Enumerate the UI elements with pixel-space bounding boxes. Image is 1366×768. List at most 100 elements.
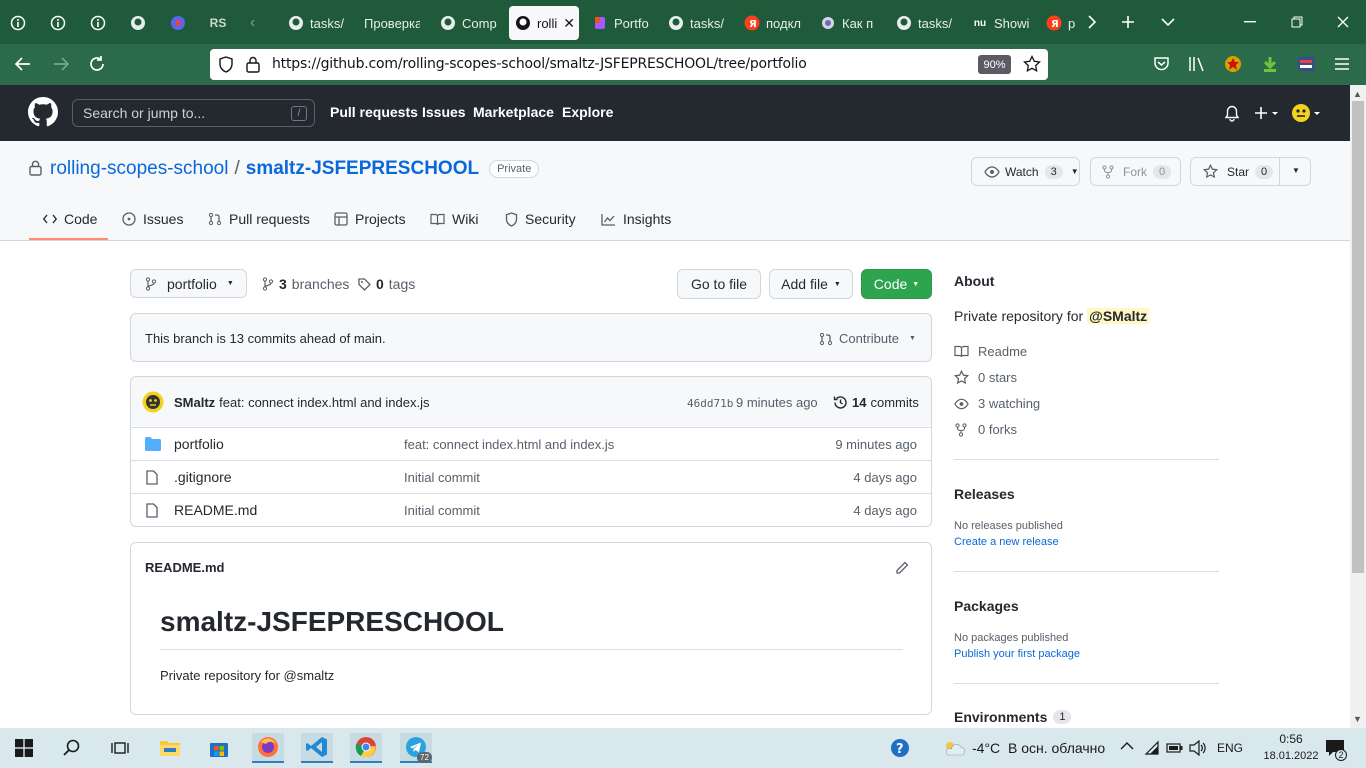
- browser-tab[interactable]: Как п: [820, 6, 880, 40]
- browser-tab[interactable]: RS: [210, 6, 232, 40]
- github-logo-icon[interactable]: [28, 97, 58, 127]
- search-input[interactable]: Search or jump to...: [72, 99, 315, 127]
- create-release-link[interactable]: Create a new release: [954, 536, 1059, 548]
- branches-link[interactable]: 3 branches: [262, 276, 349, 292]
- file-commit-message[interactable]: feat: connect index.html and index.js: [404, 437, 614, 452]
- browser-tab[interactable]: [90, 6, 112, 40]
- packages-title[interactable]: Packages: [954, 598, 1019, 614]
- file-row[interactable]: README.md Initial commit 4 days ago: [131, 493, 931, 526]
- clock-date[interactable]: 18.01.2022: [1254, 750, 1328, 762]
- watch-button[interactable]: Watch 3 ▼: [971, 157, 1080, 186]
- browser-tab[interactable]: Яподкл: [744, 6, 804, 40]
- repo-owner-link[interactable]: rolling-scopes-school: [50, 158, 228, 180]
- input-language[interactable]: ENG: [1217, 741, 1243, 755]
- tab-security[interactable]: Security: [505, 211, 576, 227]
- list-tabs-icon[interactable]: [1158, 12, 1178, 32]
- restore-icon[interactable]: [1287, 12, 1307, 32]
- commits-history-link[interactable]: 14 commits: [833, 395, 919, 410]
- star-button[interactable]: Star 0 ▼: [1190, 157, 1311, 186]
- firefox-taskbar-icon[interactable]: [252, 733, 284, 763]
- file-name[interactable]: README.md: [174, 502, 257, 518]
- chrome-taskbar-icon[interactable]: [350, 733, 382, 763]
- scroll-down-icon[interactable]: ▼: [1353, 714, 1362, 724]
- close-tab-icon[interactable]: ✕: [563, 15, 575, 32]
- scroll-tabs-right-icon[interactable]: [1082, 12, 1102, 32]
- file-commit-message[interactable]: Initial commit: [404, 503, 480, 518]
- browser-tab-active[interactable]: rolli ✕: [509, 6, 579, 40]
- tab-projects[interactable]: Projects: [334, 211, 406, 227]
- pocket-icon[interactable]: [1153, 56, 1170, 72]
- library-icon[interactable]: [1188, 56, 1206, 72]
- volume-icon[interactable]: [1189, 740, 1207, 756]
- star-list-chevron-icon[interactable]: ▼: [1292, 166, 1300, 175]
- lock-icon[interactable]: [246, 56, 260, 73]
- file-row[interactable]: .gitignore Initial commit 4 days ago: [131, 460, 931, 493]
- commit-message[interactable]: feat: connect index.html and index.js: [219, 395, 429, 410]
- back-icon[interactable]: [14, 55, 32, 73]
- task-view-icon[interactable]: [104, 733, 136, 763]
- nav-marketplace[interactable]: Marketplace: [473, 104, 554, 120]
- browser-tab[interactable]: tasks/: [668, 6, 728, 40]
- browser-tab[interactable]: Проверка: [364, 6, 420, 40]
- repo-name-link[interactable]: smaltz-JSFEPRESCHOOL: [246, 158, 479, 180]
- forks-link[interactable]: 0 forks: [954, 422, 1017, 437]
- weather-temperature[interactable]: -4°C: [972, 740, 1000, 756]
- vscode-taskbar-icon[interactable]: [301, 733, 333, 763]
- vpn-extension-icon[interactable]: [1297, 55, 1315, 73]
- tab-issues[interactable]: Issues: [122, 211, 183, 227]
- add-file-button[interactable]: Add file ▼: [769, 269, 853, 299]
- file-explorer-icon[interactable]: [154, 733, 186, 763]
- author-avatar[interactable]: [142, 391, 164, 413]
- clock-time[interactable]: 0:56: [1266, 732, 1316, 746]
- browser-tab[interactable]: tasks/: [288, 6, 348, 40]
- environments-header[interactable]: Environments 1: [954, 709, 1072, 725]
- scroll-up-icon[interactable]: ▲: [1353, 89, 1362, 99]
- forward-icon[interactable]: [52, 55, 70, 73]
- menu-icon[interactable]: [1334, 57, 1350, 71]
- close-window-icon[interactable]: [1333, 12, 1353, 32]
- watching-link[interactable]: 3 watching: [954, 396, 1040, 411]
- show-hidden-icons-icon[interactable]: [1120, 741, 1134, 751]
- file-name[interactable]: portfolio: [174, 436, 224, 452]
- minimize-icon[interactable]: [1240, 12, 1260, 32]
- stars-link[interactable]: 0 stars: [954, 370, 1017, 385]
- browser-tab[interactable]: tasks/: [896, 6, 956, 40]
- edit-pencil-icon[interactable]: [895, 561, 909, 575]
- tab-pull-requests[interactable]: Pull requests: [208, 211, 310, 227]
- readme-link[interactable]: Readme: [954, 344, 1027, 359]
- new-tab-icon[interactable]: [1118, 12, 1138, 32]
- nav-pull-requests[interactable]: Pull requests: [330, 104, 418, 120]
- contribute-dropdown[interactable]: Contribute ▼: [819, 331, 916, 346]
- browser-tab[interactable]: [50, 6, 72, 40]
- browser-tab[interactable]: Яр: [1046, 6, 1078, 40]
- file-commit-message[interactable]: Initial commit: [404, 470, 480, 485]
- browser-tab[interactable]: [10, 6, 32, 40]
- user-mention-link[interactable]: @SMaltz: [1087, 308, 1150, 324]
- help-icon[interactable]: ?: [884, 733, 916, 763]
- nav-explore[interactable]: Explore: [562, 104, 613, 120]
- user-avatar[interactable]: [1291, 103, 1321, 123]
- zoom-level-badge[interactable]: 90%: [978, 55, 1011, 74]
- nav-issues[interactable]: Issues: [422, 104, 466, 120]
- download-extension-icon[interactable]: [1261, 55, 1279, 73]
- shield-icon[interactable]: [218, 56, 234, 73]
- browser-tab[interactable]: Comp: [440, 6, 500, 40]
- microsoft-store-icon[interactable]: [203, 733, 235, 763]
- battery-icon[interactable]: [1166, 740, 1184, 756]
- scrollbar-thumb[interactable]: [1352, 101, 1364, 573]
- browser-tab[interactable]: [130, 6, 152, 40]
- extension-icon[interactable]: [1224, 55, 1242, 73]
- browser-tab[interactable]: nu Showi: [972, 6, 1032, 40]
- windows-start-icon[interactable]: [8, 733, 40, 763]
- url-text[interactable]: https://github.com/rolling-scopes-school…: [272, 56, 807, 72]
- tab-insights[interactable]: Insights: [601, 211, 671, 227]
- bookmark-star-icon[interactable]: [1023, 55, 1041, 73]
- tab-code[interactable]: Code: [43, 211, 97, 227]
- tags-link[interactable]: 0 tags: [358, 276, 415, 292]
- commit-sha[interactable]: 46dd71b: [687, 397, 733, 410]
- reload-icon[interactable]: [88, 55, 106, 73]
- file-name[interactable]: .gitignore: [174, 469, 232, 485]
- fork-button[interactable]: Fork 0: [1090, 157, 1181, 186]
- browser-tab[interactable]: Portfo: [592, 6, 654, 40]
- browser-tab[interactable]: [170, 6, 192, 40]
